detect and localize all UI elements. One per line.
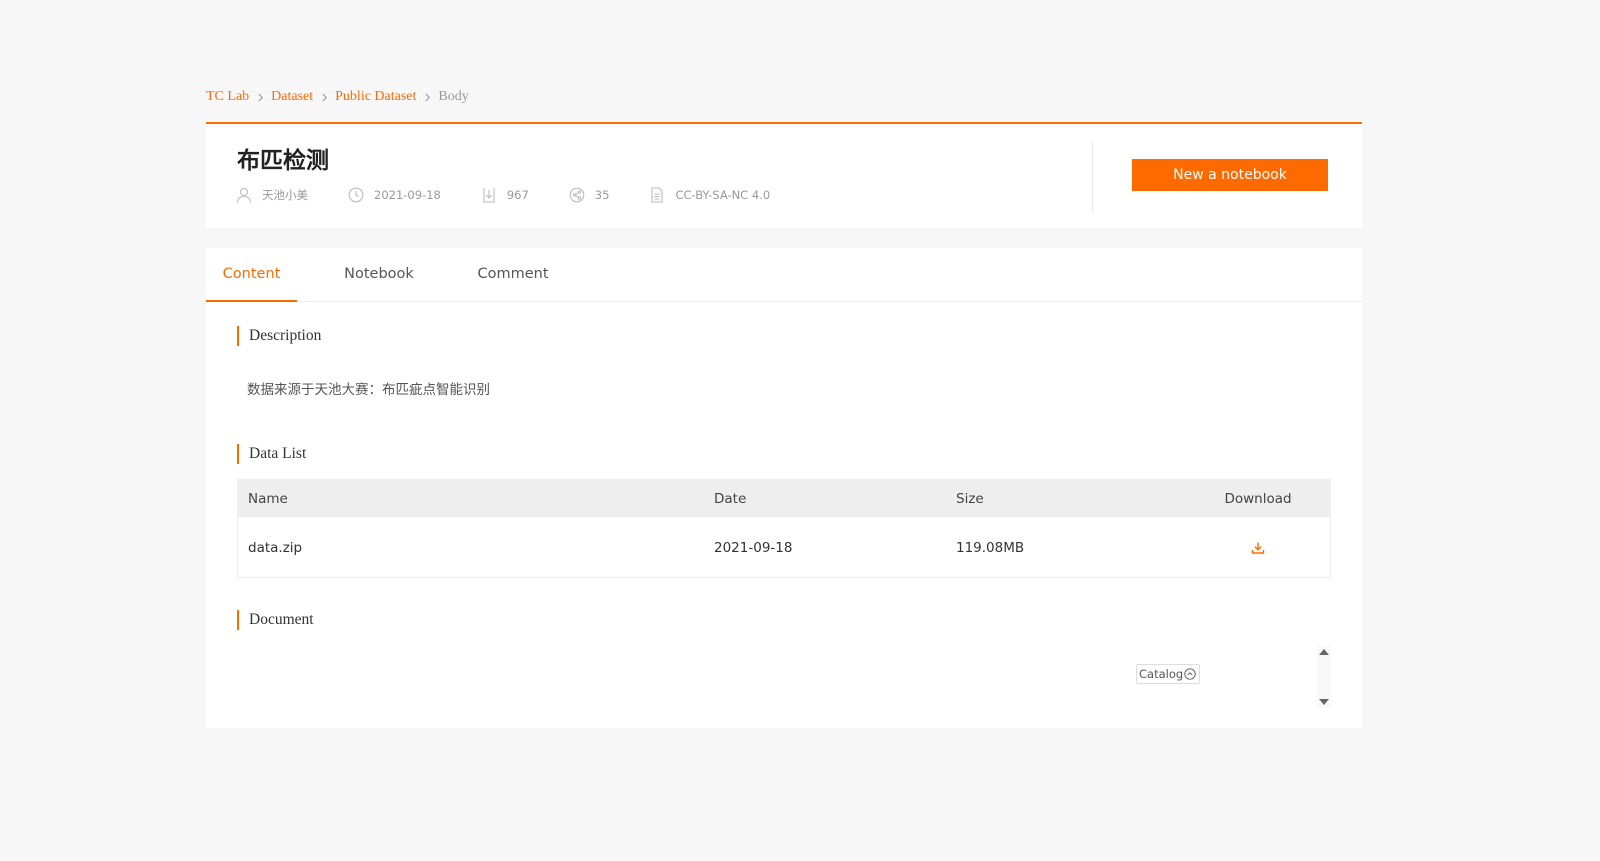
download-count: 967 <box>506 188 529 202</box>
chevron-up-circle-icon <box>1184 668 1196 680</box>
column-header-download: Download <box>1224 490 1292 507</box>
document-icon <box>651 187 663 203</box>
document-scrollbar[interactable] <box>1317 646 1331 708</box>
breadcrumb: TC Lab Dataset Public Dataset Body <box>206 89 469 105</box>
dataset-date: 2021-09-18 <box>374 188 441 202</box>
description-heading: Description <box>237 326 321 346</box>
description-title: Description <box>249 327 322 344</box>
section-accent-bar <box>237 444 239 464</box>
download-cell <box>1186 541 1330 555</box>
dataset-meta: 天池小美 2021-09-18 967 35 CC-BY-SA-NC 4.0 <box>236 186 810 204</box>
page: TC Lab Dataset Public Dataset Body 布匹检测 … <box>0 0 1600 861</box>
dataset-title: 布匹检测 <box>237 148 329 174</box>
chevron-right-icon <box>249 93 271 102</box>
user-icon <box>236 187 252 203</box>
meta-shares: 35 <box>569 187 610 203</box>
share-count: 35 <box>594 188 610 202</box>
tab-content[interactable]: Content <box>206 247 297 302</box>
download-icon <box>483 188 495 203</box>
meta-date: 2021-09-18 <box>348 187 441 203</box>
tab-comment[interactable]: Comment <box>461 247 565 301</box>
license-text: CC-BY-SA-NC 4.0 <box>675 188 771 202</box>
description-text: 数据来源于天池大赛：布匹疵点智能识别 <box>247 382 490 398</box>
breadcrumb-tc-lab[interactable]: TC Lab <box>206 89 249 105</box>
author-name: 天池小美 <box>262 188 308 202</box>
column-header-date: Date <box>714 490 747 507</box>
meta-license: CC-BY-SA-NC 4.0 <box>649 187 770 203</box>
share-icon <box>569 187 585 203</box>
tab-notebook[interactable]: Notebook <box>297 247 461 301</box>
file-date: 2021-09-18 <box>714 539 793 556</box>
column-header-size: Size <box>956 490 984 507</box>
section-accent-bar <box>237 610 239 630</box>
meta-downloads: 967 <box>481 187 529 203</box>
data-list-table: Name Date Size Download data.zip 2021-09… <box>237 479 1331 578</box>
chevron-right-icon <box>416 93 438 102</box>
dataset-content: Content Notebook Comment Description 数据来… <box>206 248 1362 728</box>
breadcrumb-public-dataset[interactable]: Public Dataset <box>335 89 416 105</box>
document-title: Document <box>249 611 314 628</box>
table-header: Name Date Size Download <box>238 480 1330 517</box>
breadcrumb-dataset[interactable]: Dataset <box>271 89 313 105</box>
file-name: data.zip <box>248 539 303 556</box>
data-list-heading: Data List <box>237 444 306 464</box>
document-heading: Document <box>237 610 314 630</box>
download-icon[interactable] <box>1251 541 1265 555</box>
meta-author: 天池小美 <box>236 187 308 203</box>
column-header-name: Name <box>248 490 288 507</box>
tab-bar: Content Notebook Comment <box>206 248 1362 302</box>
section-accent-bar <box>237 326 239 346</box>
dataset-header: 布匹检测 天池小美 2021-09-18 967 35 CC-BY-SA-NC … <box>206 122 1362 228</box>
data-list-title: Data List <box>249 445 307 462</box>
clock-icon <box>348 187 364 203</box>
scroll-down-arrow-icon[interactable] <box>1319 699 1329 705</box>
file-size: 119.08MB <box>956 539 1025 556</box>
chevron-right-icon <box>313 93 335 102</box>
table-row: data.zip 2021-09-18 119.08MB <box>238 517 1330 578</box>
header-divider <box>1092 142 1093 212</box>
new-notebook-button[interactable]: New a notebook <box>1132 159 1328 191</box>
scroll-up-arrow-icon[interactable] <box>1319 649 1329 655</box>
catalog-button[interactable]: Catalog <box>1136 664 1201 684</box>
breadcrumb-current: Body <box>438 89 469 104</box>
catalog-label: Catalog <box>1139 667 1184 681</box>
